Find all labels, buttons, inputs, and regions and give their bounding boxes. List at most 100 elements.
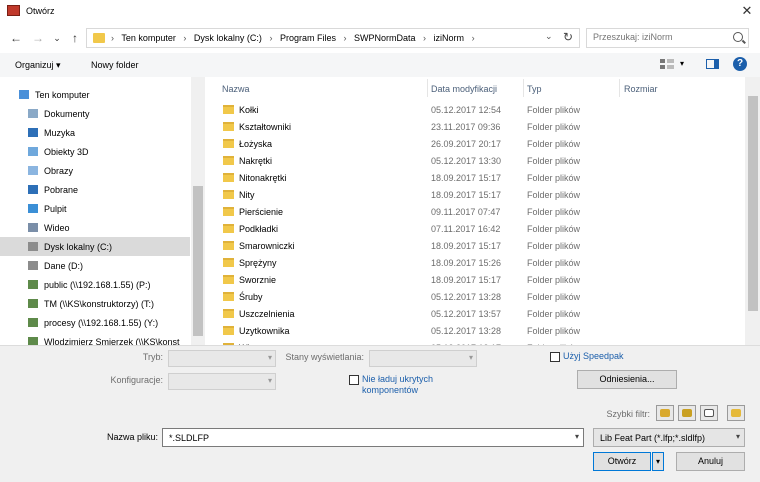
file-type-select[interactable]: Lib Feat Part (*.lfp;*.sldlfp) ▾ (593, 428, 745, 447)
speedpak-label[interactable]: Użyj Speedpak (563, 351, 624, 361)
file-list-scrollbar-thumb[interactable] (748, 96, 758, 311)
column-header-type[interactable]: Typ (527, 84, 542, 94)
sidebar-item[interactable]: Dokumenty (0, 104, 190, 123)
refresh-icon[interactable]: ↻ (563, 30, 573, 44)
folder-icon (223, 258, 234, 267)
chevron-down-icon[interactable]: ⌄ (545, 31, 553, 42)
back-arrow-icon[interactable]: ← (9, 31, 23, 45)
recent-locations-icon[interactable]: ⌄ (50, 31, 64, 45)
sidebar-item-label: Obiekty 3D (44, 147, 89, 157)
folder-icon (223, 309, 234, 318)
open-options-dropdown[interactable]: ▾ (652, 452, 664, 471)
chevron-down-icon[interactable]: ▾ (680, 59, 684, 68)
drive-icon (28, 242, 38, 251)
file-type: Folder plików (527, 292, 581, 302)
cancel-button[interactable]: Anuluj (676, 452, 745, 471)
sidebar-item[interactable]: Obiekty 3D (0, 142, 190, 161)
sidebar-item-label: Muzyka (44, 128, 76, 138)
file-row[interactable]: Kołki 05.12.2017 12:54 Folder plików (205, 101, 745, 118)
close-icon[interactable]: ✕ (738, 3, 756, 19)
sidebar-item[interactable]: public (\\192.168.1.55) (P:) (0, 275, 190, 294)
references-button[interactable]: Odniesienia... (577, 370, 677, 389)
breadcrumb-item[interactable]: SWPNormData (354, 33, 416, 43)
file-row[interactable]: Nitonakrętki 18.09.2017 15:17 Folder plikó… (205, 169, 745, 186)
file-date: 18.09.2017 15:17 (431, 173, 502, 183)
sidebar-item[interactable]: TM (\\KS\konstruktorzy) (T:) (0, 294, 190, 313)
filename-label: Nazwa pliku: (106, 432, 158, 442)
column-header-date[interactable]: Data modyfikacji (431, 84, 497, 94)
new-folder-button[interactable]: Nowy folder (91, 60, 139, 70)
sidebar-scrollbar-thumb[interactable] (193, 186, 203, 336)
breadcrumb-item[interactable]: Ten komputer (121, 33, 176, 43)
file-date: 05.12.2017 12:54 (431, 105, 502, 115)
network-drive-icon (28, 280, 38, 289)
file-row[interactable]: Pierścienie 09.11.2017 07:47 Folder plików (205, 203, 745, 220)
sidebar-item[interactable]: Pobrane (0, 180, 190, 199)
mode-select[interactable] (168, 350, 276, 367)
column-divider[interactable] (427, 79, 428, 97)
open-button[interactable]: Otwórz (593, 452, 651, 471)
search-input[interactable] (593, 32, 729, 42)
filter-assemblies-icon[interactable] (678, 405, 696, 421)
address-bar[interactable]: › Ten komputer › Dysk lokalny (C:) › Pro… (86, 28, 580, 48)
sidebar-item[interactable]: Dane (D:) (0, 256, 190, 275)
file-row[interactable]: Podkładki 07.11.2017 16:42 Folder plików (205, 220, 745, 237)
sidebar-item[interactable]: procesy (\\192.168.1.55) (Y:) (0, 313, 190, 332)
organize-button[interactable]: Organizuj ▾ (15, 60, 61, 71)
sidebar-item-label: Pulpit (44, 204, 67, 214)
folder-icon (223, 173, 234, 182)
sidebar-item[interactable]: Wlodzimierz Smierzek (\\KS\konst (0, 332, 190, 345)
column-header-size[interactable]: Rozmiar (624, 84, 658, 94)
quick-filter-label: Szybki filtr: (606, 409, 650, 419)
no-hidden-components-checkbox[interactable] (349, 375, 359, 385)
sidebar-item[interactable]: Dysk lokalny (C:) (0, 237, 190, 256)
sidebar-item[interactable]: Ten komputer (0, 85, 190, 104)
search-box[interactable] (586, 28, 749, 48)
file-row[interactable]: Sworznie 18.09.2017 15:17 Folder plików (205, 271, 745, 288)
file-row[interactable]: Śruby 05.12.2017 13:28 Folder plików (205, 288, 745, 305)
documents-icon (28, 109, 38, 118)
display-states-select[interactable] (369, 350, 477, 367)
folder-icon (223, 326, 234, 335)
title-bar: Otwórz ✕ (0, 0, 760, 22)
forward-arrow-icon[interactable]: → (31, 31, 45, 45)
sidebar-item[interactable]: Pulpit (0, 199, 190, 218)
file-row[interactable]: Nity 18.09.2017 15:17 Folder plików (205, 186, 745, 203)
objects-3d-icon (28, 147, 38, 156)
no-hidden-components-label[interactable]: Nie ładuj ukrytych komponentów (362, 374, 452, 396)
folder-icon (223, 122, 234, 131)
file-type: Folder plików (527, 173, 581, 183)
speedpak-checkbox[interactable] (550, 352, 560, 362)
file-row[interactable]: Sprężyny 18.09.2017 15:26 Folder plików (205, 254, 745, 271)
help-icon[interactable]: ? (733, 57, 747, 71)
view-options-icon[interactable] (660, 59, 674, 69)
file-row[interactable]: Smarowniczki 18.09.2017 15:17 Folder plikó… (205, 237, 745, 254)
file-row[interactable]: Uszczelnienia 05.12.2017 13:57 Folder plik… (205, 305, 745, 322)
folder-icon (93, 33, 105, 43)
breadcrumb[interactable]: › Ten komputer › Dysk lokalny (C:) › Pro… (111, 33, 480, 43)
filter-parts-icon[interactable] (656, 405, 674, 421)
sidebar-item[interactable]: Wideo (0, 218, 190, 237)
sidebar-item-label: Dane (D:) (44, 261, 84, 271)
filter-drawings-icon[interactable] (700, 405, 718, 421)
file-row[interactable]: Kształtowniki 23.11.2017 09:36 Folder plik… (205, 118, 745, 135)
filename-field[interactable]: *.SLDLFP ▾ (162, 428, 584, 447)
sidebar-item[interactable]: Obrazy (0, 161, 190, 180)
preview-pane-icon[interactable] (706, 59, 719, 69)
breadcrumb-item[interactable]: iziNorm (434, 33, 465, 43)
file-name: Kołki (239, 105, 259, 115)
file-row[interactable]: Nakrętki 05.12.2017 13:30 Folder plików (205, 152, 745, 169)
file-row[interactable]: Łożyska 26.09.2017 20:17 Folder plików (205, 135, 745, 152)
up-arrow-icon[interactable]: ↑ (68, 31, 82, 45)
filter-top-level-icon[interactable] (727, 405, 745, 421)
sidebar-item[interactable]: Muzyka (0, 123, 190, 142)
breadcrumb-item[interactable]: Dysk lokalny (C:) (194, 33, 262, 43)
sidebar-item-label: Dokumenty (44, 109, 90, 119)
file-row[interactable]: Uzytkownika 05.12.2017 13:28 Folder plików (205, 322, 745, 339)
column-header-name[interactable]: Nazwa (222, 84, 250, 94)
column-divider[interactable] (619, 79, 620, 97)
breadcrumb-item[interactable]: Program Files (280, 33, 336, 43)
column-divider[interactable] (523, 79, 524, 97)
configurations-select[interactable] (168, 373, 276, 390)
chevron-down-icon[interactable]: ▾ (575, 432, 579, 441)
